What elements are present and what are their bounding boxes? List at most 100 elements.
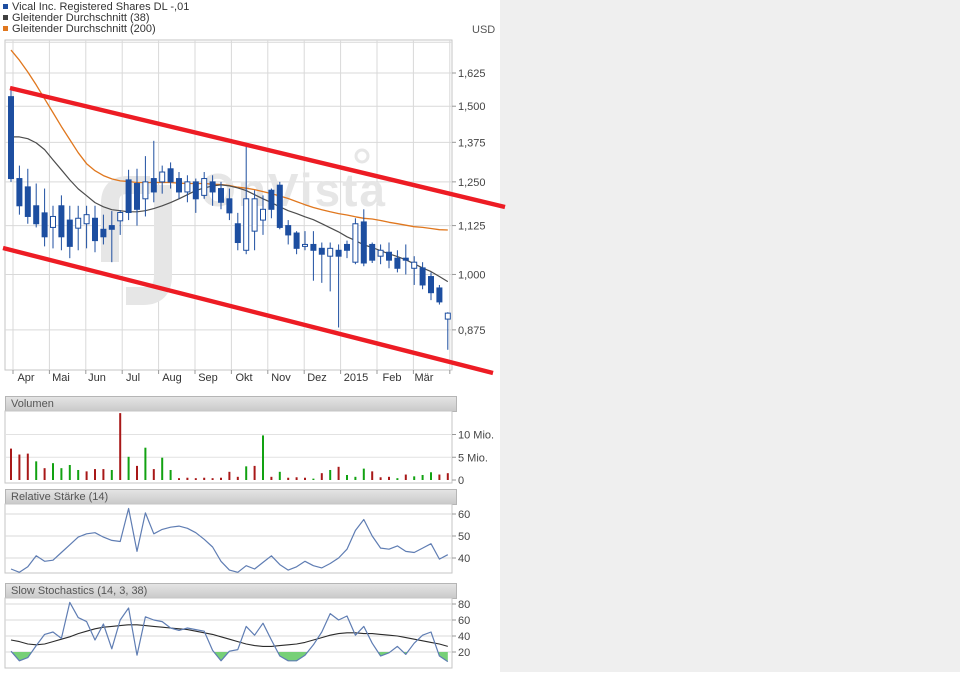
volume-bar	[144, 447, 147, 480]
month-label: Jul	[126, 372, 140, 384]
candle-body	[192, 181, 199, 200]
volume-bar	[421, 474, 424, 480]
volume-bar	[312, 478, 315, 480]
price-tick-label: 1,125	[458, 221, 486, 233]
candle-body	[243, 198, 250, 251]
volume-bar	[228, 471, 231, 480]
candle-body	[419, 267, 426, 286]
candle-body	[302, 243, 308, 247]
volume-bar	[371, 471, 374, 480]
candle-body	[117, 212, 124, 222]
candle-body	[209, 181, 216, 193]
volume-tick-label: 5 Mio.	[458, 452, 488, 464]
volume-bar	[110, 469, 113, 480]
volume-bar	[169, 469, 172, 480]
volume-bar	[85, 471, 88, 480]
volume-bar	[354, 476, 357, 480]
candle-body	[75, 217, 82, 229]
price-tick-label: 0,875	[458, 325, 486, 337]
candle-body	[159, 171, 166, 183]
rsi-tick-label: 40	[458, 553, 470, 565]
volume-bar	[388, 476, 390, 480]
volume-bar	[346, 474, 348, 480]
volume-bar	[438, 474, 441, 480]
candle-body	[33, 205, 40, 225]
price-tick-label: 1,625	[458, 68, 486, 80]
volume-bar	[211, 478, 214, 480]
volume-bar	[43, 468, 46, 480]
volume-bar	[329, 469, 332, 480]
volume-bar	[119, 413, 122, 480]
candle-body	[134, 183, 140, 210]
candle-body	[436, 287, 443, 303]
candle-body	[335, 249, 342, 257]
candle-body	[394, 257, 401, 269]
candle-body	[444, 312, 451, 320]
volume-bar	[10, 448, 12, 480]
volume-bar	[18, 454, 21, 480]
volume-bar	[136, 465, 138, 480]
candle-body	[428, 276, 434, 294]
candle-body	[167, 168, 174, 183]
volume-bar	[94, 469, 96, 480]
volume-bar	[220, 477, 222, 480]
candle-body	[360, 221, 367, 264]
volume-bar	[52, 463, 54, 480]
candle-body	[344, 243, 350, 251]
chart-canvas: OnVista1,6251,5001,3751,2501,1251,0000,8…	[2, 39, 506, 669]
candle-body	[386, 251, 392, 261]
month-label: Sep	[198, 372, 218, 384]
candle-body	[327, 247, 334, 257]
volume-bar	[203, 477, 206, 480]
candle-body	[234, 223, 241, 244]
month-label: Feb	[383, 372, 402, 384]
candle-body	[125, 179, 132, 214]
volume-bar	[152, 469, 155, 480]
volume-bar	[186, 477, 189, 480]
stochastics-tick-label: 60	[458, 615, 470, 627]
volume-bar	[253, 465, 256, 480]
price-tick-label: 1,000	[458, 269, 486, 281]
candle-body	[411, 261, 418, 269]
volume-bar	[26, 453, 29, 480]
volume-tick-label: 10 Mio.	[458, 430, 494, 442]
volume-bar	[278, 471, 281, 480]
rsi-tick-label: 50	[458, 531, 470, 543]
month-label: Mai	[52, 372, 70, 384]
month-label: Aug	[162, 372, 182, 384]
volume-bar	[194, 478, 197, 480]
candle-body	[24, 186, 31, 217]
volume-bar	[430, 472, 432, 480]
candle-body	[92, 217, 98, 242]
volume-bar	[404, 474, 407, 480]
volume-bar	[304, 477, 306, 480]
stochastics-tick-label: 20	[458, 647, 470, 659]
candle-body	[16, 178, 23, 207]
candle-body	[260, 208, 266, 221]
volume-bar	[262, 435, 264, 480]
volume-bar	[60, 468, 63, 480]
volume-tick-label: 0	[458, 475, 464, 487]
month-label: Apr	[17, 372, 34, 384]
candle-body	[226, 198, 233, 214]
volume-bar	[178, 478, 180, 480]
candle-body	[285, 225, 292, 236]
candle-body	[251, 198, 258, 232]
volume-bar	[77, 469, 80, 480]
month-label: Jun	[88, 372, 106, 384]
candle-body	[201, 178, 208, 196]
rsi-tick-label: 60	[458, 509, 470, 521]
volume-bar	[68, 464, 71, 480]
chart-page: Vical Inc. Registered Shares DL -,01 Gle…	[0, 0, 960, 691]
candle-body	[100, 228, 107, 238]
stochastics-panel-background	[4, 597, 453, 669]
month-label: Okt	[235, 372, 252, 384]
candle-body	[318, 247, 325, 255]
candle-body	[369, 243, 376, 261]
candle-body	[184, 181, 191, 193]
candle-body	[83, 214, 90, 225]
volume-bar	[379, 477, 382, 480]
candle-body	[41, 212, 48, 238]
volume-bar	[161, 457, 164, 480]
volume-bar	[236, 476, 239, 480]
